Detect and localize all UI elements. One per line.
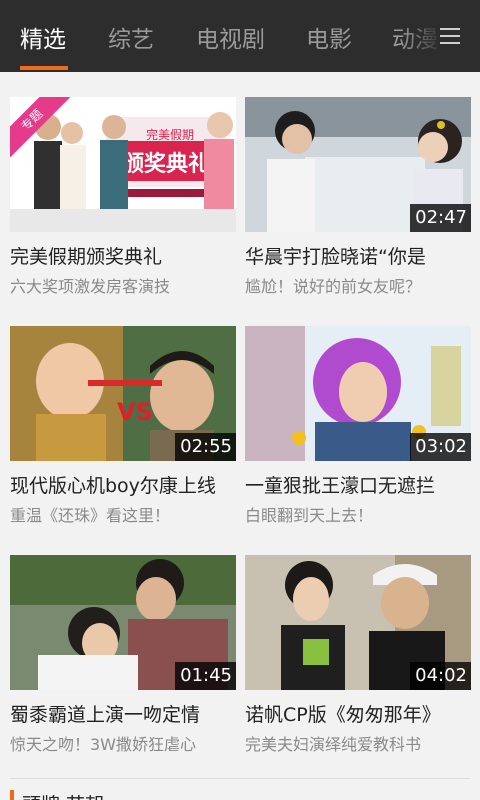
- topic-badge: 专题: [10, 97, 70, 157]
- video-card[interactable]: 04:02 诺帆CP版《匆匆那年》 完美夫妇演绎纯爱教科书: [245, 555, 473, 756]
- section-divider: [10, 778, 470, 779]
- video-duration: 03:02: [410, 433, 471, 461]
- svg-text:VS: VS: [117, 398, 153, 426]
- video-subtitle: 白眼翻到天上去！: [245, 506, 374, 525]
- video-title[interactable]: 一童狠批王濛口无遮拦: [245, 473, 473, 499]
- video-feed: 颁奖典礼 完美假期 专题 完美假期颁奖典礼 六大奖项激发房客演技 02:47 华…: [0, 72, 480, 800]
- video-subtitle: 重温《还珠》看这里！: [10, 506, 171, 525]
- video-thumbnail[interactable]: VS 02:55: [10, 326, 236, 461]
- video-duration: 01:45: [175, 662, 236, 690]
- tab-dianshiju[interactable]: 电视剧: [196, 20, 265, 54]
- video-duration: 02:55: [175, 433, 236, 461]
- video-title[interactable]: 现代版心机boy尔康上线: [10, 473, 238, 499]
- video-title[interactable]: 蜀黍霸道上演一吻定情: [10, 702, 238, 728]
- tab-dianying[interactable]: 电影: [306, 20, 352, 54]
- video-card[interactable]: 03:02 一童狠批王濛口无遮拦 白眼翻到天上去！: [245, 326, 473, 527]
- video-thumbnail[interactable]: 03:02: [245, 326, 471, 461]
- video-card[interactable]: VS 02:55 现代版心机boy尔康上线 重温《还珠》看这里！: [10, 326, 238, 527]
- video-subtitle: 尴尬！说好的前女友呢？: [245, 277, 422, 296]
- top-tab-bar: 精选 综艺 电视剧 电影 动漫: [0, 0, 480, 72]
- section-accent-bar: [10, 790, 14, 800]
- svg-text:颁奖典礼: 颁奖典礼: [122, 151, 210, 177]
- video-card[interactable]: 02:47 华晨宇打脸晓诺“你是 尴尬！说好的前女友呢？: [245, 97, 473, 298]
- tab-jingxuan[interactable]: 精选: [20, 20, 66, 54]
- video-thumbnail[interactable]: 04:02: [245, 555, 471, 690]
- video-title[interactable]: 完美假期颁奖典礼: [10, 244, 238, 270]
- hamburger-menu-icon[interactable]: [438, 24, 462, 48]
- video-thumbnail[interactable]: 01:45: [10, 555, 236, 690]
- tab-zongyi[interactable]: 综艺: [108, 20, 154, 54]
- svg-text:完美假期: 完美假期: [146, 127, 194, 142]
- active-tab-indicator: [20, 66, 68, 70]
- video-subtitle: 惊天之吻！3W撒娇狂虐心: [10, 735, 197, 754]
- video-subtitle: 完美夫妇演绎纯爱教科书: [245, 735, 422, 754]
- video-thumbnail[interactable]: 02:47: [245, 97, 471, 232]
- video-subtitle: 六大奖项激发房客演技: [10, 277, 171, 296]
- video-title[interactable]: 华晨宇打脸晓诺“你是: [245, 244, 473, 270]
- video-duration: 02:47: [410, 204, 471, 232]
- video-thumbnail[interactable]: 颁奖典礼 完美假期 专题: [10, 97, 236, 232]
- video-card[interactable]: 颁奖典礼 完美假期 专题 完美假期颁奖典礼 六大奖项激发房客演技: [10, 97, 238, 298]
- next-section-title: 頭牌 节朝: [22, 790, 104, 800]
- video-card[interactable]: 01:45 蜀黍霸道上演一吻定情 惊天之吻！3W撒娇狂虐心: [10, 555, 238, 756]
- video-title[interactable]: 诺帆CP版《匆匆那年》: [245, 702, 473, 728]
- video-duration: 04:02: [410, 662, 471, 690]
